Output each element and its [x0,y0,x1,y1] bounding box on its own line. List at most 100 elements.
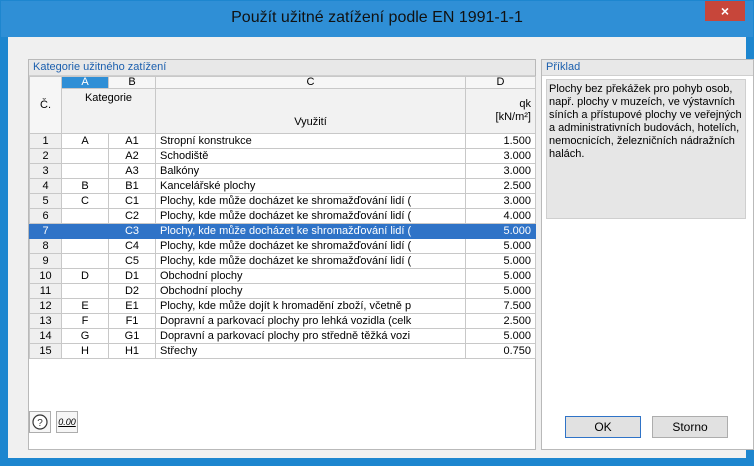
table-row[interactable]: 4 B B1 Kancelářské plochy 2.500 [29,178,536,194]
kategorie-a-cell[interactable] [61,163,109,179]
vyuziti-cell[interactable]: Dopravní a parkovací plochy pro lehká vo… [155,313,466,329]
vyuziti-cell[interactable]: Plochy, kde může docházet ke shromažďová… [155,253,466,269]
row-number[interactable]: 14 [29,328,62,344]
table-row[interactable]: 10 D D1 Obchodní plochy 5.000 [29,268,536,284]
kategorie-b-cell[interactable]: C5 [108,253,156,269]
column-letter-a[interactable]: A [61,76,109,89]
vyuziti-cell[interactable]: Obchodní plochy [155,283,466,299]
qk-cell[interactable]: 5.000 [465,253,536,269]
row-number[interactable]: 7 [29,223,62,239]
kategorie-a-cell[interactable]: E [61,298,109,314]
table-row[interactable]: 9 C5 Plochy, kde může docházet ke shromažď… [29,253,536,269]
qk-cell[interactable]: 1.500 [465,133,536,149]
kategorie-b-cell[interactable]: E1 [108,298,156,314]
table-row[interactable]: 15 H H1 Střechy 0.750 [29,343,536,359]
kategorie-a-cell[interactable]: H [61,343,109,359]
kategorie-a-cell[interactable]: F [61,313,109,329]
kategorie-b-cell[interactable]: C1 [108,193,156,209]
row-number[interactable]: 1 [29,133,62,149]
table-row[interactable]: 2 A2 Schodiště 3.000 [29,148,536,164]
column-letter-d[interactable]: D [465,76,536,89]
column-letter-b[interactable]: B [108,76,156,89]
qk-cell[interactable]: 0.750 [465,343,536,359]
close-button[interactable]: × [705,1,745,21]
row-number[interactable]: 8 [29,238,62,254]
row-number[interactable]: 6 [29,208,62,224]
ok-button[interactable]: OK [565,416,641,438]
vyuziti-cell[interactable]: Plochy, kde může docházet ke shromažďová… [155,208,466,224]
table-row[interactable]: 14 G G1 Dopravní a parkovací plochy pro stř… [29,328,536,344]
qk-cell[interactable]: 5.000 [465,238,536,254]
table-row[interactable]: 6 C2 Plochy, kde může docházet ke shromažď… [29,208,536,224]
table-row[interactable]: 5 C C1 Plochy, kde může docházet ke shromaž… [29,193,536,209]
vyuziti-cell[interactable]: Stropní konstrukce [155,133,466,149]
kategorie-b-cell[interactable]: B1 [108,178,156,194]
kategorie-b-cell[interactable]: C2 [108,208,156,224]
vyuziti-cell[interactable]: Střechy [155,343,466,359]
qk-cell[interactable]: 3.000 [465,163,536,179]
row-number[interactable]: 11 [29,283,62,299]
vyuziti-cell[interactable]: Kancelářské plochy [155,178,466,194]
kategorie-b-cell[interactable]: C3 [108,223,156,239]
vyuziti-cell[interactable]: Plochy, kde může docházet ke shromažďová… [155,193,466,209]
qk-cell[interactable]: 5.000 [465,268,536,284]
help-button[interactable]: ? [29,411,51,433]
qk-cell[interactable]: 7.500 [465,298,536,314]
kategorie-a-cell[interactable] [61,148,109,164]
table-row[interactable]: 13 F F1 Dopravní a parkovací plochy pro leh… [29,313,536,329]
kategorie-a-cell[interactable]: D [61,268,109,284]
table-row[interactable]: 7 C3 Plochy, kde může docházet ke shromažď… [29,223,536,239]
row-number[interactable]: 15 [29,343,62,359]
table-row[interactable]: 12 E E1 Plochy, kde může dojít k hromadění … [29,298,536,314]
cancel-button[interactable]: Storno [652,416,728,438]
kategorie-a-cell[interactable]: G [61,328,109,344]
vyuziti-cell[interactable]: Schodiště [155,148,466,164]
kategorie-b-cell[interactable]: F1 [108,313,156,329]
kategorie-a-cell[interactable]: C [61,193,109,209]
table-row[interactable]: 8 C4 Plochy, kde může docházet ke shromažď… [29,238,536,254]
kategorie-b-cell[interactable]: A2 [108,148,156,164]
qk-cell[interactable]: 5.000 [465,328,536,344]
qk-cell[interactable]: 3.000 [465,148,536,164]
qk-cell[interactable]: 2.500 [465,313,536,329]
qk-cell[interactable]: 5.000 [465,223,536,239]
qk-cell[interactable]: 5.000 [465,283,536,299]
row-number[interactable]: 13 [29,313,62,329]
kategorie-a-cell[interactable] [61,253,109,269]
table-row[interactable]: 3 A3 Balkóny 3.000 [29,163,536,179]
kategorie-a-cell[interactable] [61,223,109,239]
row-number[interactable]: 5 [29,193,62,209]
decimal-places-button[interactable]: 0.00 [56,411,78,433]
kategorie-b-cell[interactable]: C4 [108,238,156,254]
row-number[interactable]: 10 [29,268,62,284]
kategorie-a-cell[interactable]: B [61,178,109,194]
table-row[interactable]: 1 A A1 Stropní konstrukce 1.500 [29,133,536,149]
row-number[interactable]: 12 [29,298,62,314]
row-number[interactable]: 9 [29,253,62,269]
row-number[interactable]: 2 [29,148,62,164]
kategorie-a-cell[interactable] [61,238,109,254]
row-number[interactable]: 4 [29,178,62,194]
qk-cell[interactable]: 2.500 [465,178,536,194]
qk-cell[interactable]: 4.000 [465,208,536,224]
vyuziti-cell[interactable]: Obchodní plochy [155,268,466,284]
kategorie-b-cell[interactable]: D1 [108,268,156,284]
vyuziti-cell[interactable]: Dopravní a parkovací plochy pro středně … [155,328,466,344]
kategorie-b-cell[interactable]: H1 [108,343,156,359]
vyuziti-cell[interactable]: Balkóny [155,163,466,179]
kategorie-b-cell[interactable]: D2 [108,283,156,299]
column-letter-c[interactable]: C [155,76,466,89]
kategorie-b-cell[interactable]: A1 [108,133,156,149]
kategorie-a-cell[interactable] [61,283,109,299]
vyuziti-cell[interactable]: Plochy, kde může docházet ke shromažďová… [155,238,466,254]
kategorie-a-cell[interactable]: A [61,133,109,149]
qk-cell[interactable]: 3.000 [465,193,536,209]
kategorie-a-cell[interactable] [61,208,109,224]
kategorie-b-cell[interactable]: G1 [108,328,156,344]
row-number[interactable]: 3 [29,163,62,179]
kategorie-b-cell[interactable]: A3 [108,163,156,179]
example-panel: Příklad Plochy bez překážek pro pohyb os… [541,59,754,450]
vyuziti-cell[interactable]: Plochy, kde může docházet ke shromažďová… [155,223,466,239]
table-row[interactable]: 11 D2 Obchodní plochy 5.000 [29,283,536,299]
vyuziti-cell[interactable]: Plochy, kde může dojít k hromadění zboží… [155,298,466,314]
